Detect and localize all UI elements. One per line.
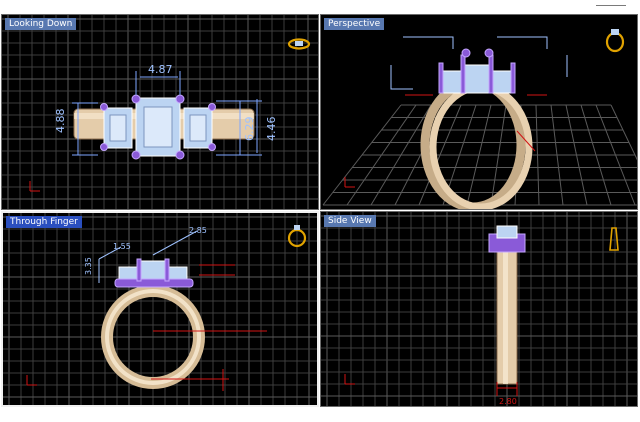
bottom-strip [0, 409, 640, 422]
viewport-title[interactable]: Side View [324, 215, 376, 227]
viewport-title[interactable]: Perspective [324, 18, 385, 30]
viewport-title[interactable]: Looking Down [5, 18, 77, 30]
dim-c: 2.85 [189, 226, 207, 235]
stones [442, 64, 512, 94]
viewport-looking-down[interactable]: Looking Down 4.87 4.88 6.29 4.46 [1, 14, 319, 210]
ring-thumbnail-icon [287, 225, 307, 248]
ring-thumbnail-icon [605, 29, 625, 53]
dim-a: 3.35 [84, 257, 93, 275]
axis-icon [26, 375, 37, 386]
axis-icon [344, 177, 355, 188]
head [488, 225, 526, 253]
dim-right-a: 6.29 [243, 117, 256, 142]
viewport-side-view[interactable]: Side View 2.80 [320, 211, 638, 407]
window-controls[interactable] [596, 5, 626, 9]
dim-b: 1.55 [113, 242, 131, 251]
axis-icon [344, 374, 355, 385]
center-stone [135, 97, 181, 157]
viewport-through-finger[interactable]: Through Finger 3.35 1.55 2.85 [1, 211, 319, 407]
dim-bottom: 2.80 [499, 397, 517, 406]
dim-width-top: 4.87 [148, 63, 173, 76]
ring-shank [496, 251, 518, 385]
ring-band [420, 78, 533, 209]
dim-right-b: 4.46 [265, 117, 278, 142]
top-strip [0, 0, 640, 12]
dim-left: 4.88 [54, 109, 67, 134]
side-stone-right [183, 107, 213, 149]
ring-side-thumbnail-icon [609, 227, 619, 251]
perspective-grid [322, 104, 637, 206]
viewport-perspective[interactable]: Perspective [320, 14, 638, 210]
viewport-title[interactable]: Through Finger [6, 216, 82, 228]
side-stone-left [103, 107, 133, 149]
ring-thumbnail-icon [287, 38, 311, 50]
grid [321, 212, 637, 406]
